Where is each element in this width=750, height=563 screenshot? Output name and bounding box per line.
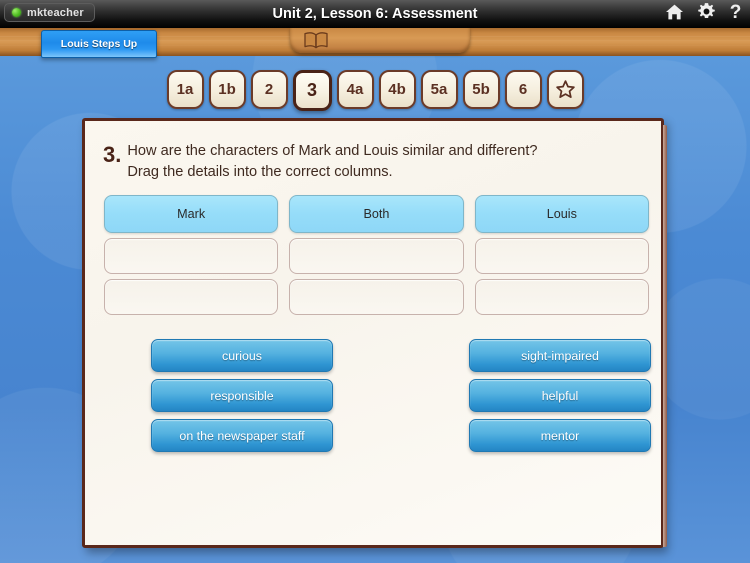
nav-item-1a[interactable]: 1a xyxy=(166,70,204,109)
tile-column-left: curious responsible on the newspaper sta… xyxy=(151,339,333,452)
question-line-1: How are the characters of Mark and Louis… xyxy=(127,143,538,159)
question-card: 3. How are the characters of Mark and Lo… xyxy=(82,118,667,548)
drop-slot-mark-1[interactable] xyxy=(104,238,279,274)
question-line-2: Drag the details into the correct column… xyxy=(127,164,393,180)
column-both: Both xyxy=(289,195,464,315)
page-title: Unit 2, Lesson 6: Assessment xyxy=(272,6,478,22)
lesson-tab-louis-steps-up[interactable]: Louis Steps Up xyxy=(41,30,157,58)
drop-slot-both-2[interactable] xyxy=(289,279,464,315)
draggable-tiles: curious responsible on the newspaper sta… xyxy=(151,339,651,452)
column-header-louis: Louis xyxy=(474,195,649,233)
nav-item-5b[interactable]: 5b xyxy=(462,70,500,109)
nav-item-star[interactable] xyxy=(546,70,584,109)
tile-newspaper-staff[interactable]: on the newspaper staff xyxy=(151,419,333,452)
open-book-icon xyxy=(303,31,329,54)
question-nav: 1a 1b 2 3 4a 4b 5a 5b 6 xyxy=(0,70,750,111)
home-icon[interactable] xyxy=(665,3,684,26)
sort-columns: Mark Both Louis xyxy=(104,195,649,315)
drop-slot-both-1[interactable] xyxy=(289,238,464,274)
tile-responsible[interactable]: responsible xyxy=(151,379,333,412)
nav-item-6[interactable]: 6 xyxy=(504,70,542,109)
tile-helpful[interactable]: helpful xyxy=(469,379,651,412)
nav-item-4a[interactable]: 4a xyxy=(336,70,374,109)
nav-item-5a[interactable]: 5a xyxy=(420,70,458,109)
top-bar: mkteacher Unit 2, Lesson 6: Assessment ? xyxy=(0,0,750,28)
tile-sight-impaired[interactable]: sight-impaired xyxy=(469,339,651,372)
nav-item-2[interactable]: 2 xyxy=(250,70,288,109)
app-root: Louis Steps Up mkteacher Unit 2, Lesson … xyxy=(0,0,750,563)
drop-slot-louis-2[interactable] xyxy=(474,279,649,315)
nav-item-1b[interactable]: 1b xyxy=(208,70,246,109)
lesson-tab-label: Louis Steps Up xyxy=(60,38,138,50)
tile-curious[interactable]: curious xyxy=(151,339,333,372)
question-header: 3. How are the characters of Mark and Lo… xyxy=(103,141,645,183)
column-louis: Louis xyxy=(474,195,649,315)
column-header-mark: Mark xyxy=(104,195,279,233)
tile-mentor[interactable]: mentor xyxy=(469,419,651,452)
svg-text:?: ? xyxy=(730,2,742,21)
nav-item-4b[interactable]: 4b xyxy=(378,70,416,109)
column-mark: Mark xyxy=(104,195,279,315)
question-prompt: How are the characters of Mark and Louis… xyxy=(127,141,537,183)
nav-item-3[interactable]: 3 xyxy=(292,70,332,111)
column-header-both: Both xyxy=(289,195,464,233)
topbar-icon-group: ? xyxy=(665,0,742,28)
tile-column-right: sight-impaired helpful mentor xyxy=(469,339,651,452)
gear-icon[interactable] xyxy=(697,2,716,26)
drop-slot-louis-1[interactable] xyxy=(474,238,649,274)
question-number: 3. xyxy=(103,142,122,167)
help-icon[interactable]: ? xyxy=(729,2,742,26)
drop-slot-mark-2[interactable] xyxy=(104,279,279,315)
star-icon xyxy=(555,80,575,98)
